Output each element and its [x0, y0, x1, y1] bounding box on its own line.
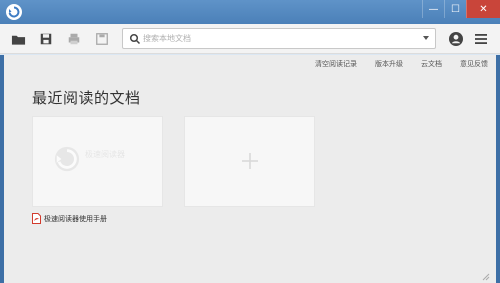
maximize-button[interactable]: ☐ — [444, 0, 466, 18]
menu-icon[interactable] — [474, 32, 488, 46]
watermark-text: 极速阅读器 — [85, 150, 125, 159]
search-icon — [129, 33, 141, 45]
recent-doc-name[interactable]: 极速阅读器使用手册 — [44, 214, 107, 224]
upgrade-link[interactable]: 版本升级 — [375, 59, 403, 69]
section-title: 最近阅读的文档 — [32, 89, 141, 107]
cloud-docs-link[interactable]: 云文档 — [421, 59, 442, 69]
search-input[interactable] — [143, 29, 413, 48]
save-as-icon[interactable] — [94, 31, 110, 47]
add-document-card[interactable] — [184, 116, 315, 207]
main-content: 清空阅读记录 版本升级 云文档 意见反馈 最近阅读的文档 极速阅读器 极速阅读器… — [0, 55, 500, 283]
clear-history-link[interactable]: 清空阅读记录 — [315, 59, 357, 69]
save-icon[interactable] — [38, 31, 54, 47]
app-logo-glyph — [8, 6, 20, 18]
user-icon[interactable] — [448, 31, 464, 47]
plus-icon — [242, 153, 258, 169]
recent-doc-card[interactable]: 极速阅读器 — [32, 116, 163, 207]
reader-logo-icon — [54, 146, 80, 172]
print-icon[interactable] — [66, 31, 82, 47]
search-dropdown-icon[interactable] — [423, 36, 429, 40]
search-box[interactable] — [122, 28, 436, 49]
close-button[interactable]: ✕ — [466, 0, 500, 18]
doc-thumbnail-watermark: 极速阅读器 — [53, 145, 143, 181]
app-window: — ☐ ✕ 搜索本地文档 清空阅读记录 版本升级 云文档 意见反馈 最近阅读的文… — [0, 0, 500, 283]
pdf-file-icon — [32, 213, 41, 224]
minimize-button[interactable]: — — [422, 0, 444, 18]
folder-open-icon[interactable] — [10, 31, 26, 47]
window-controls: — ☐ ✕ — [422, 0, 500, 18]
recent-doc-link[interactable]: 极速阅读器使用手册 — [32, 213, 107, 224]
toolbar — [0, 24, 500, 54]
resize-grip-icon[interactable] — [482, 273, 490, 281]
title-bar[interactable]: — ☐ ✕ — [0, 0, 500, 24]
app-logo-icon — [6, 4, 22, 20]
feedback-link[interactable]: 意见反馈 — [460, 59, 488, 69]
top-links: 清空阅读记录 版本升级 云文档 意见反馈 — [315, 59, 488, 69]
